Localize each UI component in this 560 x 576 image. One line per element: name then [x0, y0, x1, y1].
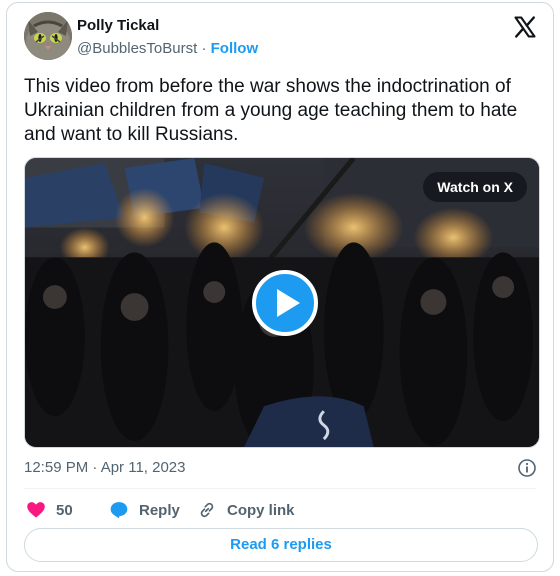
- tweet-embed-card: Polly Tickal @BubblesToBurst · Follow Th…: [6, 2, 554, 572]
- divider: [24, 488, 536, 489]
- tweet-timestamp[interactable]: 12:59 PM · Apr 11, 2023: [24, 459, 186, 476]
- user-handle[interactable]: @BubblesToBurst: [77, 40, 197, 57]
- like-count: 50: [56, 501, 73, 519]
- copy-link-label: Copy link: [227, 501, 295, 519]
- watch-on-x-button[interactable]: Watch on X: [423, 172, 527, 202]
- x-logo-icon[interactable]: [513, 15, 537, 39]
- separator-dot: ·: [201, 40, 211, 57]
- follow-link[interactable]: Follow: [211, 40, 259, 57]
- handle-row: @BubblesToBurst · Follow: [77, 40, 258, 57]
- video-player[interactable]: Watch on X: [24, 157, 540, 448]
- copy-link-button[interactable]: Copy link: [197, 497, 295, 523]
- reply-label: Reply: [139, 501, 180, 519]
- read-replies-button[interactable]: Read 6 replies: [24, 528, 538, 562]
- play-button[interactable]: [252, 270, 318, 336]
- reply-button[interactable]: Reply: [109, 497, 180, 523]
- avatar[interactable]: [24, 12, 72, 60]
- heart-icon: [27, 502, 45, 518]
- cat-avatar-image: [24, 12, 72, 60]
- like-button[interactable]: 50: [26, 497, 73, 523]
- display-name[interactable]: Polly Tickal: [77, 17, 159, 34]
- link-icon: [200, 502, 214, 518]
- reply-bubble-icon: [110, 502, 128, 519]
- action-bar: 50 Reply Copy link: [24, 497, 524, 523]
- info-icon[interactable]: [517, 458, 537, 478]
- tweet-text: This video from before the war shows the…: [24, 76, 518, 145]
- play-icon: [277, 289, 300, 317]
